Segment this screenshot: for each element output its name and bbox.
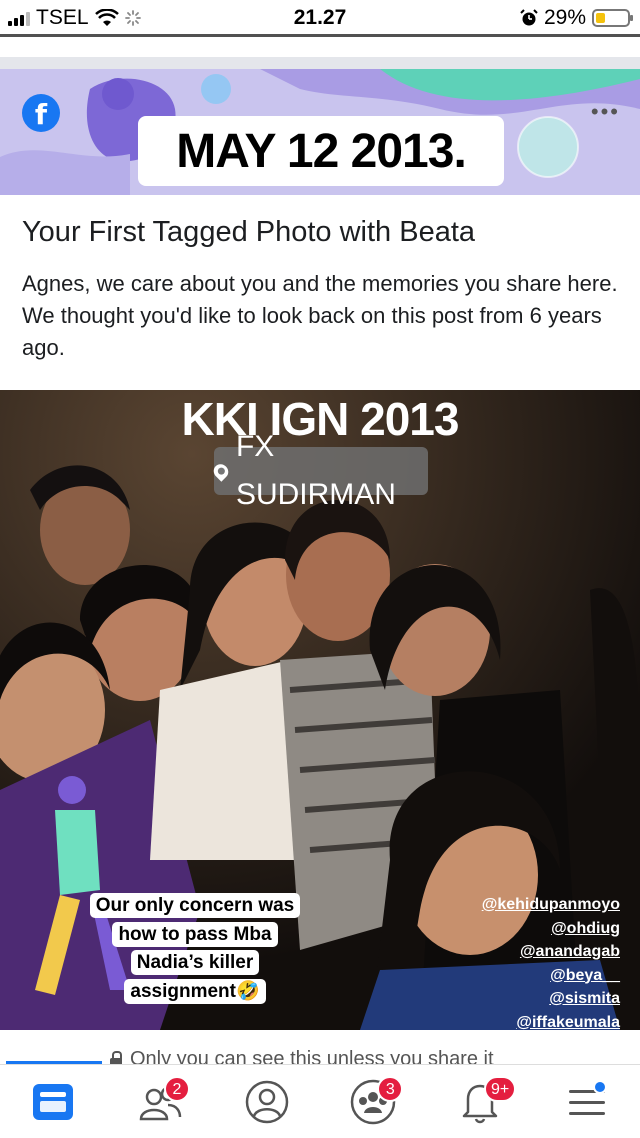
location-name: FX SUDIRMAN	[235, 430, 396, 511]
memory-title: Your First Tagged Photo with Beata	[22, 216, 476, 248]
memory-date: MAY 12 2013.	[138, 116, 504, 186]
tab-notifications[interactable]: 9+	[450, 1072, 517, 1132]
mention-tag[interactable]: @ohdiug	[482, 917, 620, 941]
mention-tag[interactable]: @beya__	[482, 964, 620, 988]
friends-badge: 2	[163, 1075, 190, 1102]
mention-tag[interactable]: @sismita	[482, 987, 620, 1011]
profile-icon	[245, 1080, 288, 1123]
status-right: 29%	[520, 6, 633, 30]
caption-text: Our only concern was how to pass Mba Nad…	[89, 893, 301, 1004]
memory-banner: f ••• MAY 12 2013.	[0, 69, 640, 195]
section-separator	[0, 57, 640, 69]
alarm-clock-icon	[520, 9, 538, 26]
tab-groups[interactable]: 3	[343, 1072, 404, 1132]
tab-profile[interactable]	[237, 1072, 297, 1132]
mention-tag[interactable]: @kehidupanmoyo	[482, 893, 620, 917]
more-options-icon[interactable]: •••	[591, 99, 620, 125]
notifications-badge: 9+	[483, 1075, 517, 1102]
bottom-tab-bar: 2 3 9+	[0, 1064, 640, 1138]
location-pin-icon	[210, 460, 232, 482]
news-feed-icon	[33, 1083, 74, 1120]
photo-caption: Our only concern was how to pass Mba Nad…	[80, 892, 310, 1006]
mention-tag[interactable]: @anandagab	[482, 940, 620, 964]
menu-new-indicator	[592, 1079, 607, 1094]
memory-description: Agnes, we care about you and the memorie…	[22, 271, 618, 360]
battery-percent: 29%	[543, 6, 586, 29]
mention-tag[interactable]: @iffakeumala	[482, 1011, 620, 1031]
tab-friends[interactable]: 2	[130, 1072, 190, 1132]
groups-badge: 3	[377, 1075, 404, 1102]
facebook-icon: f	[22, 94, 60, 132]
location-sticker: FX SUDIRMAN	[210, 430, 428, 511]
tab-menu[interactable]	[557, 1072, 617, 1132]
tab-news-feed[interactable]	[23, 1072, 83, 1132]
top-spacer	[0, 37, 640, 57]
mention-list: @kehidupanmoyo @ohdiug @anandagab @beya_…	[482, 893, 620, 1030]
battery-fill	[596, 13, 605, 23]
status-bar: TSEL 21.27 29%	[0, 0, 640, 34]
battery-icon	[592, 9, 633, 27]
